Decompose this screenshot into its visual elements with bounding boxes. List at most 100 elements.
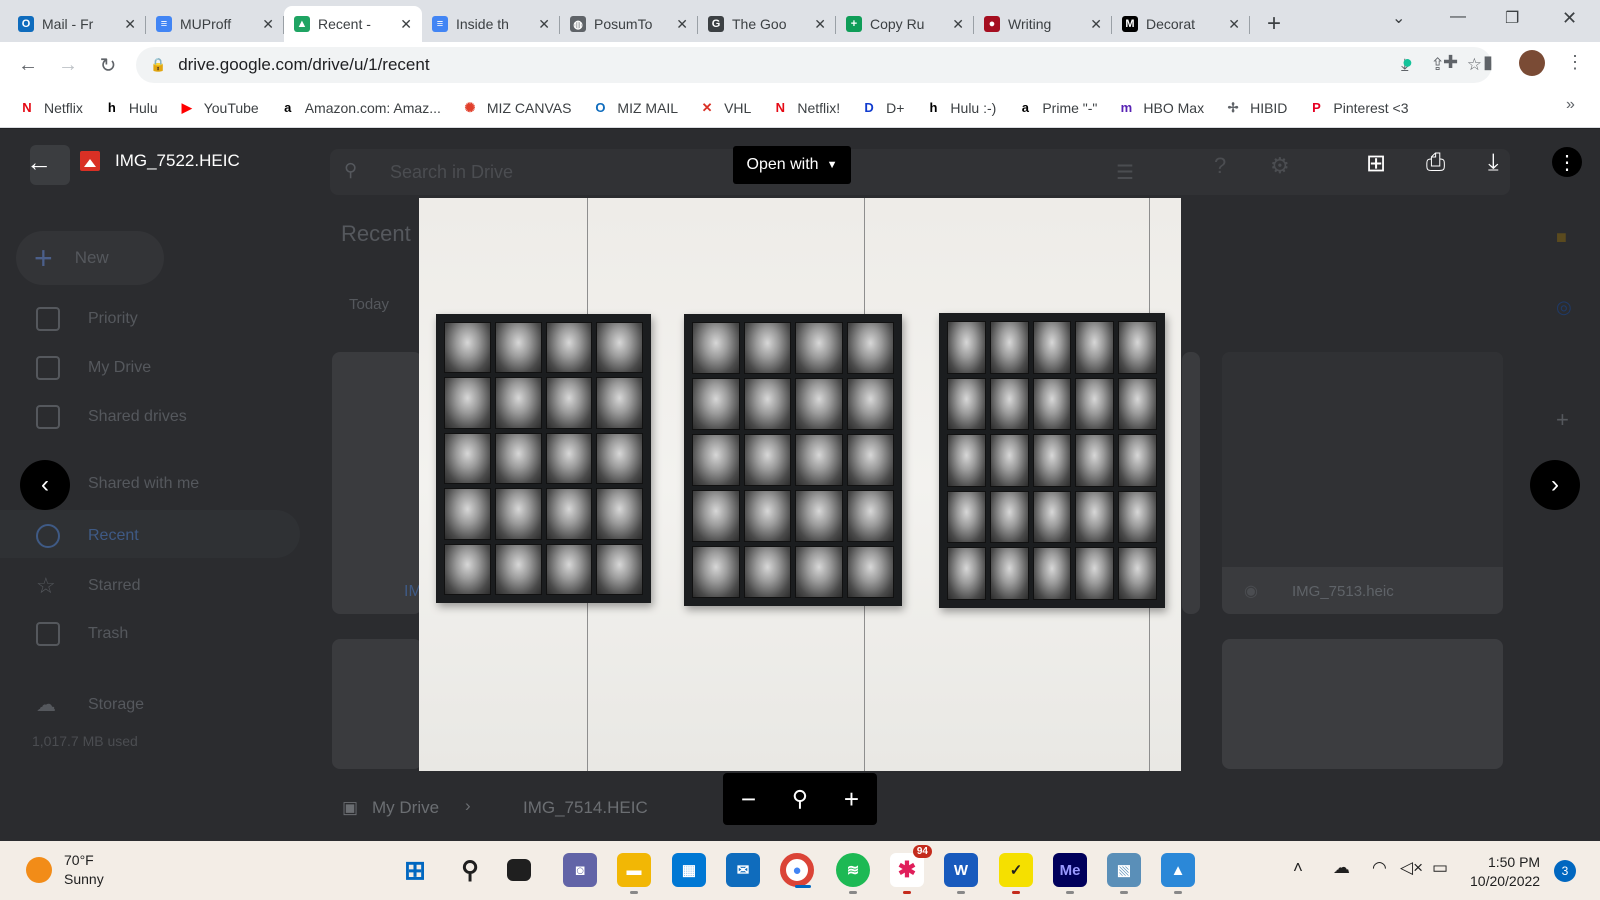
- browser-tab[interactable]: M Decorat ✕: [1112, 6, 1250, 42]
- breadcrumb-file[interactable]: IMG_7514.HEIC: [523, 798, 648, 818]
- bookmark-item[interactable]: N Netflix: [18, 99, 83, 117]
- nav-trash[interactable]: Trash: [36, 622, 128, 646]
- bookmark-item[interactable]: D D+: [860, 99, 904, 117]
- open-with-button[interactable]: Open with ▼: [733, 146, 851, 184]
- spotify-icon[interactable]: ≋: [836, 853, 870, 894]
- bookmark-item[interactable]: O MIZ MAIL: [591, 99, 678, 117]
- nav-shared-with-me[interactable]: Shared with me: [88, 475, 199, 493]
- teams-chat-icon[interactable]: ◙: [563, 853, 597, 887]
- add-addon-icon[interactable]: +: [1556, 407, 1569, 433]
- profile-avatar[interactable]: [1519, 50, 1545, 76]
- bookmark-item[interactable]: a Amazon.com: Amaz...: [279, 99, 441, 117]
- browser-tab[interactable]: G The Goo ✕: [698, 6, 836, 42]
- breadcrumb-root[interactable]: My Drive: [372, 798, 439, 818]
- bookmark-item[interactable]: ✕ VHL: [698, 99, 752, 117]
- taskbar-search-icon[interactable]: ⚲: [453, 853, 487, 887]
- bookmark-item[interactable]: a Prime "-": [1016, 99, 1098, 117]
- minimize-icon[interactable]: —: [1450, 8, 1466, 26]
- file-card[interactable]: [332, 639, 422, 769]
- mail-icon[interactable]: ✉: [726, 853, 760, 887]
- photos-app-icon[interactable]: ▧: [1107, 853, 1141, 894]
- battery-icon[interactable]: ▭: [1432, 858, 1448, 878]
- close-window-icon[interactable]: ✕: [1562, 8, 1577, 29]
- side-panel-icon[interactable]: ▮: [1483, 52, 1493, 73]
- norton-icon[interactable]: ✓: [999, 853, 1033, 894]
- slack-icon[interactable]: ✱ 94: [890, 845, 932, 894]
- nav-starred[interactable]: ☆ Starred: [36, 573, 140, 599]
- media-encoder-icon[interactable]: Me: [1053, 853, 1087, 894]
- extensions-icon[interactable]: ✚: [1443, 52, 1458, 73]
- browser-tab[interactable]: O Mail - Fr ✕: [8, 6, 146, 42]
- pictures-icon[interactable]: ▲: [1161, 853, 1195, 894]
- bookmark-star-icon[interactable]: ☆: [1467, 55, 1482, 75]
- tab-close-icon[interactable]: ✕: [124, 16, 136, 33]
- bookmark-item[interactable]: ✢ HIBID: [1224, 99, 1288, 117]
- task-view-icon[interactable]: [507, 859, 531, 881]
- bookmark-item[interactable]: h Hulu :-): [924, 99, 996, 117]
- bookmark-item[interactable]: N Netflix!: [771, 99, 841, 117]
- zoom-in-icon[interactable]: +: [844, 784, 859, 815]
- tab-close-icon[interactable]: ✕: [538, 16, 550, 33]
- browser-tab[interactable]: ▲ Recent - ✕: [284, 6, 422, 42]
- file-card[interactable]: [1222, 639, 1503, 769]
- show-hidden-icons-chevron[interactable]: ˄: [1293, 858, 1303, 878]
- browser-tab[interactable]: + Copy Ru ✕: [836, 6, 974, 42]
- chrome-menu-icon[interactable]: ⋮: [1566, 52, 1584, 73]
- bookmark-item[interactable]: h Hulu: [103, 99, 158, 117]
- keep-icon[interactable]: ■: [1556, 227, 1567, 248]
- more-bookmarks-icon[interactable]: »: [1566, 96, 1575, 114]
- browser-tab[interactable]: ● Writing ✕: [974, 6, 1112, 42]
- nav-shared-drives[interactable]: Shared drives: [36, 405, 187, 429]
- nav-storage[interactable]: ☁ Storage: [36, 692, 144, 717]
- close-viewer-arrow-icon[interactable]: ←: [26, 147, 52, 178]
- photo-preview[interactable]: [419, 198, 1181, 771]
- lock-icon[interactable]: 🔒: [150, 57, 166, 73]
- bookmark-item[interactable]: P Pinterest <3: [1307, 99, 1408, 117]
- file-card[interactable]: [1182, 352, 1200, 614]
- tab-close-icon[interactable]: ✕: [262, 16, 274, 33]
- wifi-icon[interactable]: ◠: [1372, 858, 1387, 878]
- print-icon[interactable]: ⎙: [1426, 149, 1445, 177]
- nav-my-drive[interactable]: My Drive: [36, 356, 151, 380]
- restore-icon[interactable]: ❐: [1505, 8, 1519, 28]
- address-bar[interactable]: 🔒 drive.google.com/drive/u/1/recent ⤓ ⇪ …: [136, 47, 1492, 83]
- system-clock[interactable]: 1:50 PM 10/20/2022: [1470, 853, 1540, 891]
- new-tab-icon[interactable]: +: [1256, 6, 1292, 42]
- browser-tab[interactable]: ◍ PosumTo ✕: [560, 6, 698, 42]
- reload-icon[interactable]: ↻: [90, 47, 126, 83]
- word-icon[interactable]: W: [944, 853, 978, 894]
- bookmark-item[interactable]: m HBO Max: [1117, 99, 1204, 117]
- tab-search-icon[interactable]: ⌄: [1392, 8, 1405, 28]
- tab-close-icon[interactable]: ✕: [814, 16, 826, 33]
- previous-file-button[interactable]: ‹: [20, 460, 70, 510]
- more-options-icon[interactable]: ⋮: [1552, 147, 1582, 177]
- browser-tab[interactable]: ≡ Inside th ✕: [422, 6, 560, 42]
- chrome-icon[interactable]: ●: [780, 853, 814, 888]
- weather-widget[interactable]: 70°F Sunny: [26, 851, 104, 889]
- bookmark-item[interactable]: ✺ MIZ CANVAS: [461, 99, 571, 117]
- tab-close-icon[interactable]: ✕: [1090, 16, 1102, 33]
- new-button[interactable]: + New: [16, 231, 164, 285]
- speaker-muted-icon[interactable]: ◁×: [1400, 858, 1423, 878]
- file-explorer-icon[interactable]: ▬: [617, 853, 651, 894]
- forward-icon[interactable]: →: [50, 47, 86, 83]
- next-file-button[interactable]: ›: [1530, 460, 1580, 510]
- add-comment-icon[interactable]: ⊞: [1366, 149, 1386, 178]
- start-windows-icon[interactable]: ⊞: [398, 853, 432, 887]
- nav-priority[interactable]: Priority: [36, 307, 138, 331]
- file-card[interactable]: IM: [332, 352, 422, 614]
- back-icon[interactable]: ←: [10, 47, 46, 83]
- file-card[interactable]: ◉ IMG_7513.heic: [1222, 352, 1503, 614]
- bookmark-item[interactable]: ▶ YouTube: [178, 99, 259, 117]
- tab-close-icon[interactable]: ✕: [400, 16, 412, 33]
- tasks-icon[interactable]: ◎: [1556, 297, 1572, 318]
- zoom-out-icon[interactable]: −: [741, 784, 756, 815]
- onedrive-cloud-icon[interactable]: ☁: [1333, 858, 1350, 878]
- notification-count-badge[interactable]: 3: [1554, 860, 1576, 882]
- grammarly-icon[interactable]: ●: [1402, 52, 1413, 73]
- zoom-magnifier-icon[interactable]: ⚲: [792, 786, 808, 812]
- browser-tab[interactable]: ≡ MUProff ✕: [146, 6, 284, 42]
- tab-close-icon[interactable]: ✕: [676, 16, 688, 33]
- microsoft-store-icon[interactable]: ▦: [672, 853, 706, 887]
- tab-close-icon[interactable]: ✕: [952, 16, 964, 33]
